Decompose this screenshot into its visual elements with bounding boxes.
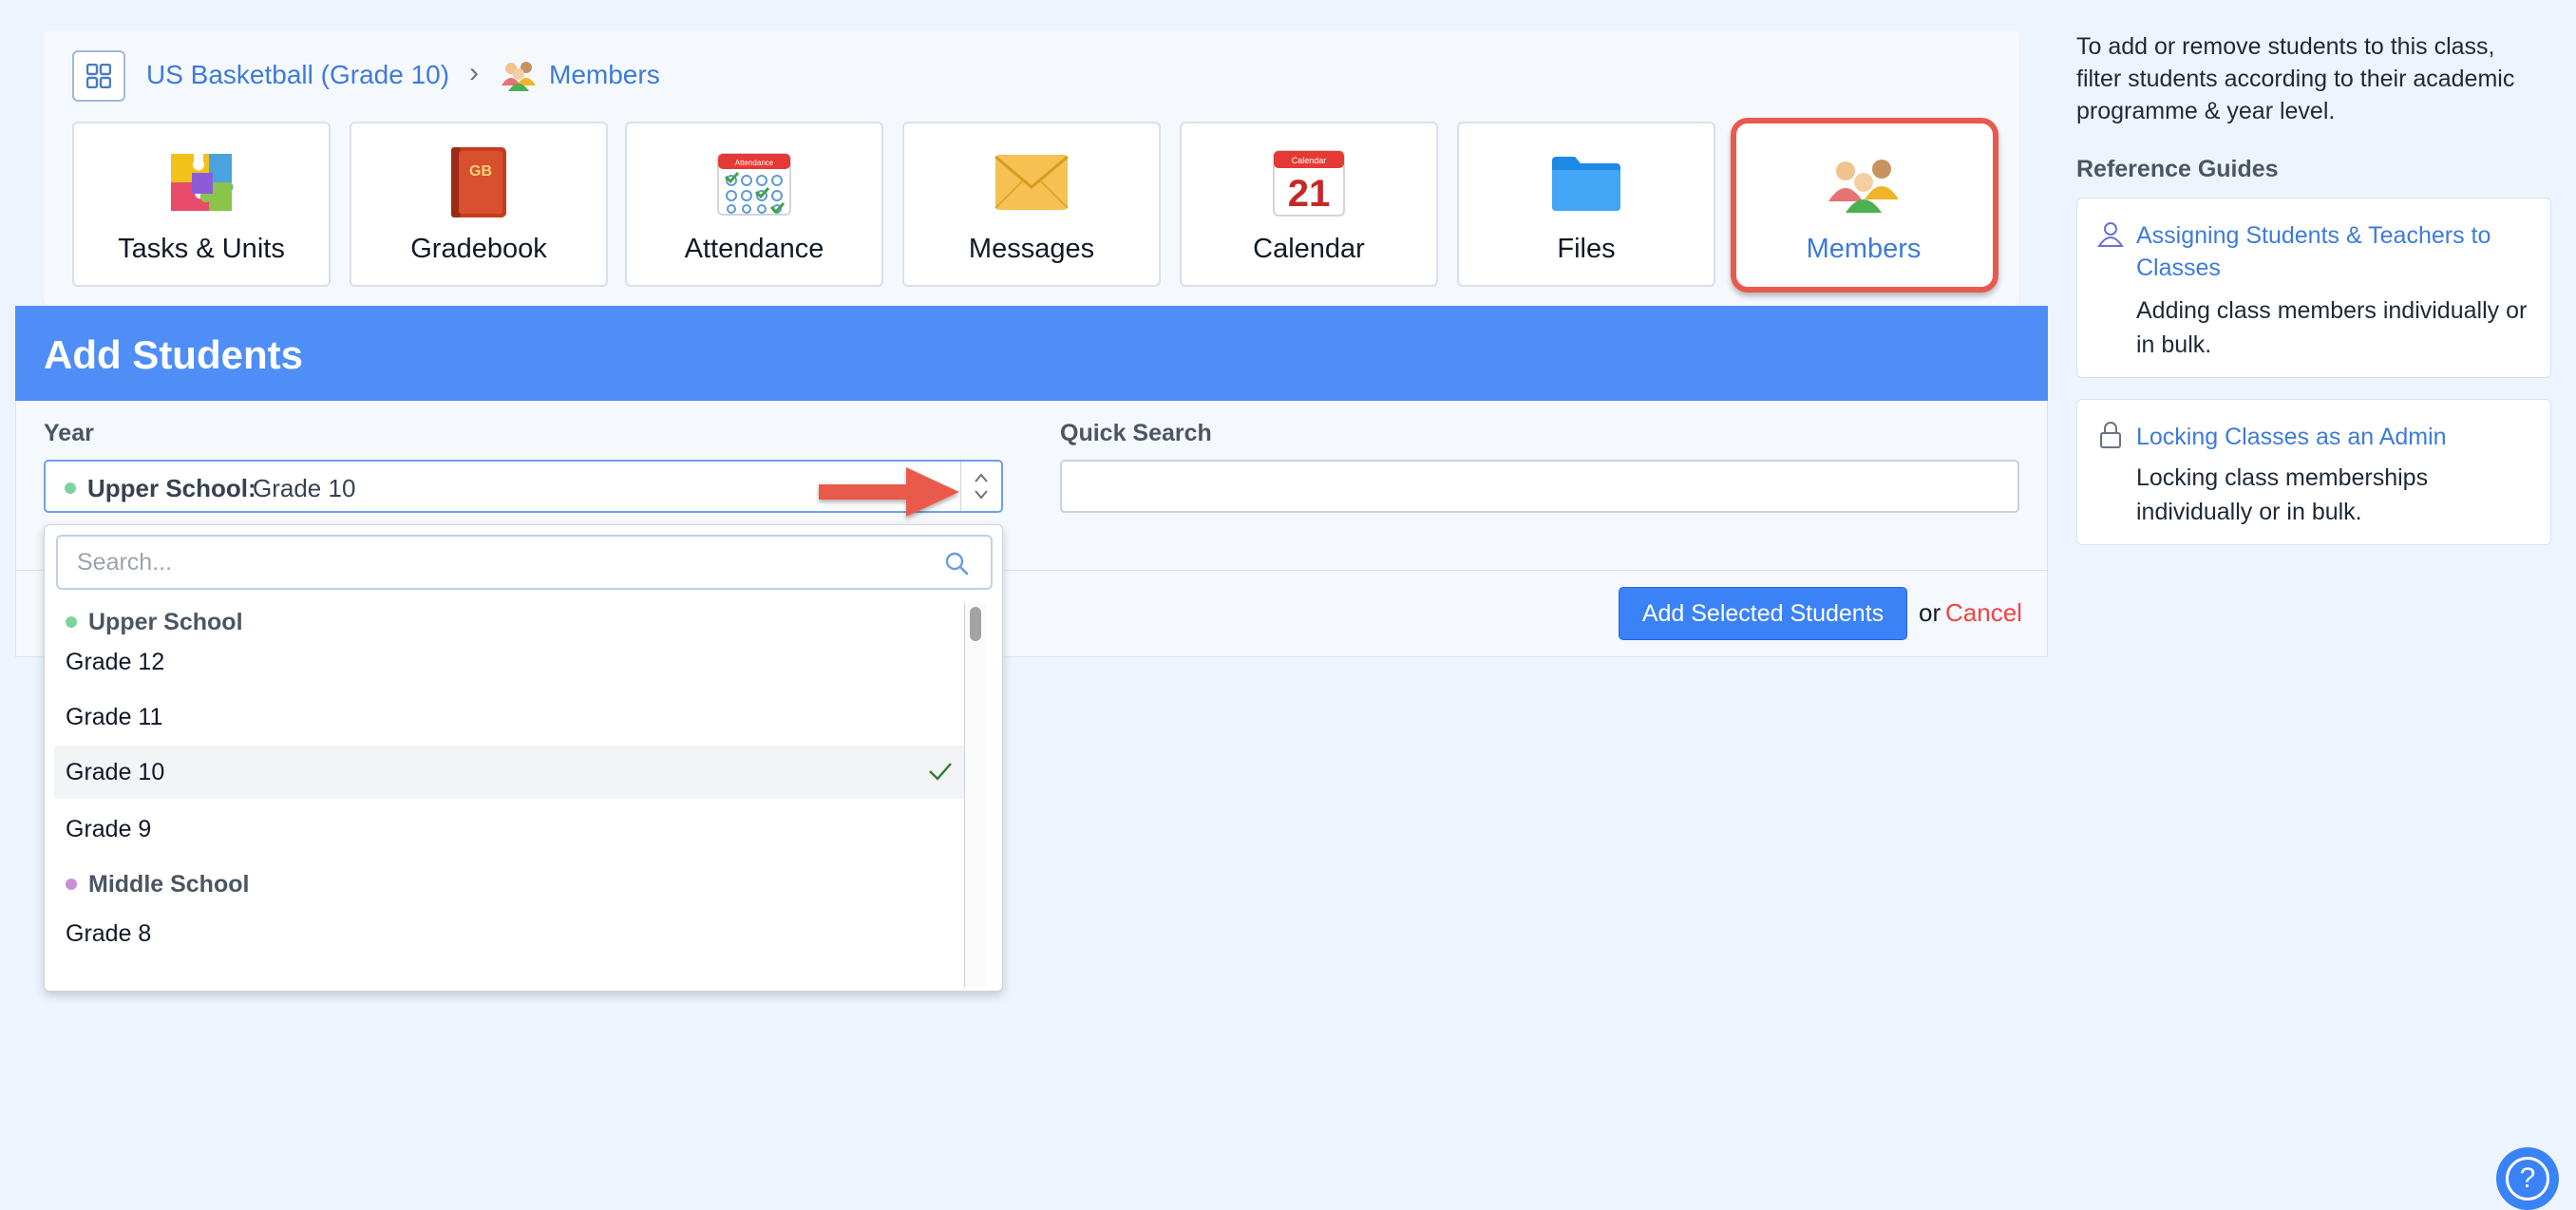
guide-link[interactable]: Assigning Students & Teachers to Classes: [2136, 219, 2535, 284]
attendance-icon: Attendance: [716, 144, 792, 220]
tool-label: Members: [1806, 234, 1922, 264]
search-icon: [945, 552, 969, 576]
year-dropdown: Upper School Grade 12 Grade 11 Grade 10 …: [44, 524, 1003, 992]
breadcrumb-class-link[interactable]: US Basketball (Grade 10): [146, 60, 449, 90]
tool-gradebook[interactable]: GB Gradebook: [350, 122, 608, 287]
option-grade-11[interactable]: Grade 11: [54, 690, 966, 744]
tool-tasks-units[interactable]: Tasks & Units: [72, 122, 331, 287]
members-icon: [1825, 144, 1903, 220]
option-label: Grade 8: [66, 919, 152, 947]
help-icon: ?: [2506, 1157, 2549, 1201]
dropdown-scrollbar[interactable]: [964, 603, 986, 987]
check-icon: [929, 763, 952, 781]
option-grade-12[interactable]: Grade 12: [54, 635, 966, 689]
cancel-link[interactable]: Cancel: [1945, 598, 2022, 628]
guide-card-assigning[interactable]: Assigning Students & Teachers to Classes…: [2076, 198, 2551, 378]
tool-label: Files: [1557, 234, 1616, 264]
arrow-annotation: [819, 467, 959, 517]
user-outline-icon: [2097, 222, 2124, 247]
guide-link[interactable]: Locking Classes as an Admin: [2136, 421, 2535, 453]
reference-guides-title: Reference Guides: [2076, 156, 2279, 182]
tool-attendance[interactable]: Attendance Attendance: [625, 122, 883, 287]
panel-header: [15, 306, 2048, 401]
dropdown-list: Upper School Grade 12 Grade 11 Grade 10 …: [54, 603, 966, 987]
gradebook-icon-text: GB: [469, 163, 492, 180]
dropdown-scrollbar-thumb[interactable]: [970, 607, 981, 641]
lock-icon: [2100, 422, 2121, 448]
folder-icon: [1550, 144, 1622, 220]
group-dot: [65, 482, 76, 494]
envelope-icon: [994, 144, 1070, 220]
quick-search-label: Quick Search: [1060, 420, 1212, 446]
chevron-up-down-icon: [975, 473, 988, 500]
option-label: Grade 10: [66, 758, 165, 785]
year-select-group: Upper School:: [87, 474, 256, 502]
group-dot: [66, 616, 77, 628]
attendance-icon-text: Attendance: [735, 159, 774, 167]
members-icon: [500, 57, 538, 96]
apps-grid-button[interactable]: [72, 50, 125, 102]
add-selected-students-button[interactable]: Add Selected Students: [1619, 587, 1907, 640]
tool-label: Attendance: [684, 234, 824, 264]
gradebook-icon: GB: [447, 144, 510, 220]
tool-label: Gradebook: [410, 234, 547, 264]
quick-search-input[interactable]: [1060, 460, 2019, 513]
calendar-icon: Calendar 21: [1272, 144, 1346, 220]
guide-description: Locking class memberships individually o…: [2136, 464, 2429, 525]
sidebar-intro: To add or remove students to this class,…: [2076, 33, 2515, 124]
option-label: Grade 9: [66, 815, 152, 842]
tool-messages[interactable]: Messages: [902, 122, 1161, 287]
year-select-value: Grade 10: [253, 474, 356, 502]
tool-label: Tasks & Units: [118, 234, 285, 264]
breadcrumb-current[interactable]: Members: [549, 60, 660, 90]
tool-members[interactable]: Members: [1734, 122, 1993, 287]
dropdown-search-input[interactable]: [56, 535, 993, 590]
option-grade-9[interactable]: Grade 9: [54, 803, 966, 856]
group-dot: [66, 879, 77, 890]
puzzle-icon: [165, 144, 237, 220]
help-button[interactable]: ?: [2496, 1147, 2559, 1210]
option-label: Grade 12: [66, 648, 165, 675]
breadcrumb-separator: ›: [469, 57, 479, 88]
or-text: or: [1919, 598, 1941, 627]
group-label: Middle School: [88, 870, 250, 898]
guide-description: Adding class members individually or in …: [2136, 297, 2528, 358]
guide-card-locking[interactable]: Locking Classes as an Admin Locking clas…: [2076, 399, 2551, 545]
group-label: Upper School: [88, 608, 243, 635]
grid-icon: [86, 64, 111, 88]
tool-files[interactable]: Files: [1457, 122, 1715, 287]
option-grade-8[interactable]: Grade 8: [54, 907, 966, 960]
option-group-middle-school: Middle School: [54, 865, 249, 903]
tool-label: Messages: [968, 234, 1095, 264]
tool-label: Calendar: [1253, 234, 1365, 264]
tool-calendar[interactable]: Calendar 21 Calendar: [1180, 122, 1438, 287]
panel-title: Add Students: [44, 332, 303, 377]
calendar-icon-day: 21: [1288, 173, 1331, 215]
option-grade-10[interactable]: Grade 10: [54, 746, 966, 799]
option-label: Grade 11: [66, 703, 163, 730]
calendar-icon-header: Calendar: [1292, 156, 1327, 165]
year-label: Year: [44, 420, 94, 446]
